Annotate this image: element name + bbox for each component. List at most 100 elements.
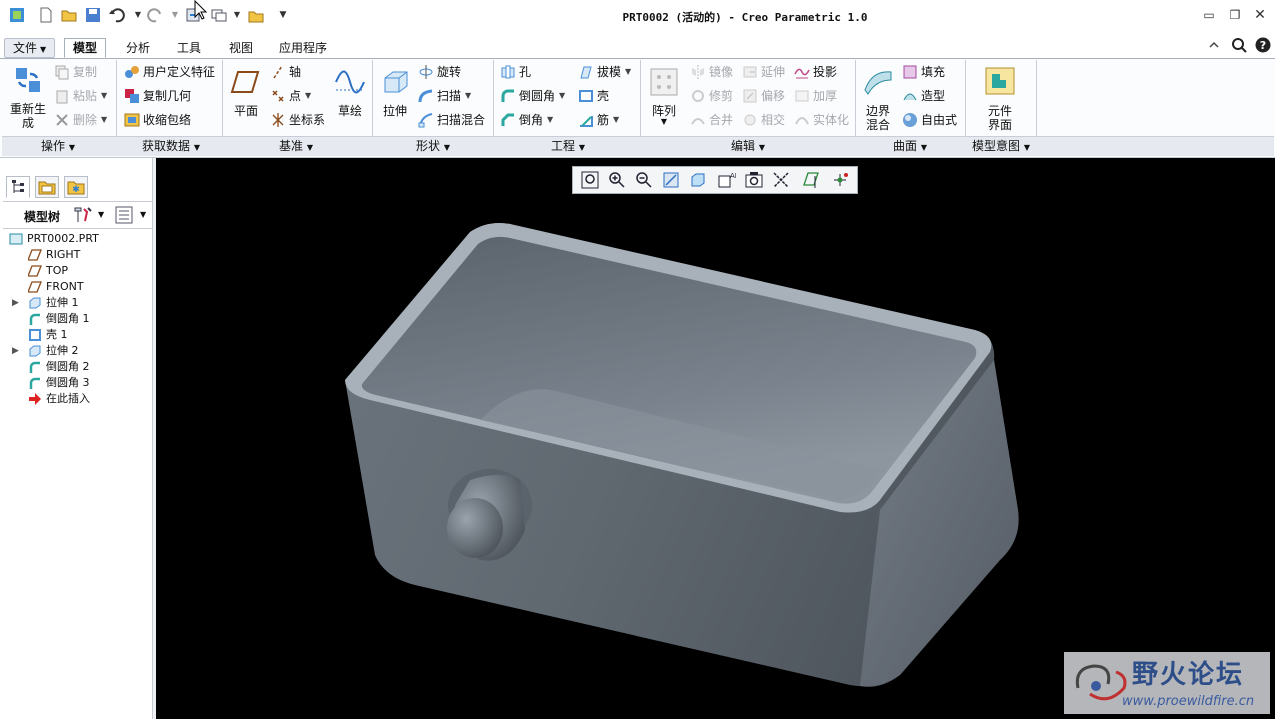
tree-node-part[interactable]: PRT0002.PRT <box>9 231 99 247</box>
spin-center-icon[interactable] <box>830 170 850 190</box>
graphics-viewport[interactable] <box>156 158 1275 719</box>
regenerate-button[interactable]: 重新生成 <box>6 64 50 130</box>
sweep-button[interactable]: 扫描 ▼ <box>418 86 471 106</box>
group-editing[interactable]: 编辑 ▼ <box>708 138 788 154</box>
saved-views-icon[interactable]: AB <box>716 170 736 190</box>
intersect-button[interactable]: 相交 <box>742 110 785 130</box>
display-style-icon[interactable] <box>688 170 708 190</box>
chevron-down-icon: ▼ <box>660 117 668 126</box>
settings-dropdown-icon[interactable]: ▼ <box>98 210 104 219</box>
solidify-button[interactable]: 实体化 <box>794 110 849 130</box>
swept-blend-button[interactable]: 扫描混合 <box>418 110 485 130</box>
pattern-button[interactable]: 阵列 ▼ <box>646 66 682 126</box>
tab-tools[interactable]: 工具 <box>168 38 210 58</box>
tree-node-shell-1[interactable]: 壳 1 <box>28 327 68 343</box>
group-shapes[interactable]: 形状 ▼ <box>394 138 472 154</box>
tab-file[interactable]: 文件 ▼ <box>4 38 56 58</box>
thicken-button[interactable]: 加厚 <box>794 86 837 106</box>
trim-button[interactable]: 修剪 <box>690 86 733 106</box>
draft-button[interactable]: 拔模 ▼ <box>578 62 631 82</box>
fill-button[interactable]: 填充 <box>902 62 945 82</box>
shell-button[interactable]: 壳 <box>578 86 609 106</box>
repaint-icon[interactable] <box>661 170 681 190</box>
group-surfaces[interactable]: 曲面 ▼ <box>870 138 950 154</box>
paste-button[interactable]: 粘贴 ▼ <box>54 86 107 106</box>
copy-geometry-button[interactable]: 复制几何 <box>124 86 191 106</box>
minimize-ribbon-icon[interactable] <box>1207 38 1221 52</box>
mirror-button[interactable]: 镜像 <box>690 62 733 82</box>
tab-model-tree[interactable] <box>6 176 30 198</box>
help-icon[interactable]: ? <box>1255 37 1271 53</box>
rib-button[interactable]: 筋 ▼ <box>578 110 619 130</box>
freestyle-button[interactable]: 自由式 <box>902 110 957 130</box>
tree-node-round-3[interactable]: 倒圆角 3 <box>28 375 90 391</box>
hole-button[interactable]: 孔 <box>500 62 531 82</box>
sketch-button[interactable]: 草绘 <box>333 66 367 118</box>
datum-display-icon[interactable] <box>803 170 823 190</box>
group-get-data[interactable]: 获取数据 ▼ <box>124 138 218 154</box>
group-operations[interactable]: 操作 ▼ <box>20 138 96 154</box>
copy-button[interactable]: 复制 <box>54 62 97 82</box>
group-model-intent[interactable]: 模型意图 ▼ <box>966 138 1036 154</box>
extrude-label: 拉伸 <box>382 104 407 118</box>
tab-model[interactable]: 模型 <box>64 38 107 58</box>
tree-node-top[interactable]: TOP <box>28 263 68 279</box>
tree-node-front[interactable]: FRONT <box>28 279 84 295</box>
show-dropdown-icon[interactable]: ▼ <box>140 210 146 219</box>
round-button[interactable]: 倒圆角 ▼ <box>500 86 565 106</box>
tree-node-round-2[interactable]: 倒圆角 2 <box>28 359 90 375</box>
show-options-icon[interactable] <box>115 206 133 224</box>
tree-icon <box>12 180 24 193</box>
style-button[interactable]: 造型 <box>902 86 945 106</box>
shrinkwrap-button[interactable]: 收缩包络 <box>124 110 191 130</box>
svg-text:✱: ✱ <box>72 185 80 195</box>
tab-view[interactable]: 视图 <box>220 38 262 58</box>
offset-button[interactable]: 偏移 <box>742 86 785 106</box>
chamfer-button[interactable]: 倒角 ▼ <box>500 110 553 130</box>
axis-button[interactable]: 轴 <box>270 62 301 82</box>
tree-node-round-1[interactable]: 倒圆角 1 <box>28 311 90 327</box>
extend-button[interactable]: 延伸 <box>742 62 785 82</box>
merge-button[interactable]: 合并 <box>690 110 733 130</box>
zoom-out-icon[interactable] <box>634 170 654 190</box>
close-icon[interactable]: ✕ <box>1253 8 1267 22</box>
tree-node-insert-here[interactable]: 在此插入 <box>28 391 90 407</box>
search-icon[interactable] <box>1231 37 1247 53</box>
boundary-blend-button[interactable]: 边界混合 <box>858 66 898 132</box>
project-button[interactable]: 投影 <box>794 62 837 82</box>
settings-tools-icon[interactable] <box>72 206 94 224</box>
tree-node-right[interactable]: RIGHT <box>28 247 80 263</box>
expand-arrow-icon[interactable]: ▶ <box>12 346 19 356</box>
tab-folder-browser[interactable] <box>35 176 59 198</box>
refit-icon[interactable] <box>580 170 600 190</box>
restore-icon[interactable]: ❐ <box>1228 8 1242 22</box>
delete-button[interactable]: 删除 ▼ <box>54 110 107 130</box>
udf-button[interactable]: 用户定义特征 <box>124 62 215 82</box>
perspective-icon[interactable] <box>771 170 791 190</box>
extrude-button[interactable]: 拉伸 <box>378 66 412 118</box>
tab-applications[interactable]: 应用程序 <box>270 38 336 58</box>
tree-node-extrude-2[interactable]: 拉伸 2 <box>28 343 79 359</box>
tab-analysis[interactable]: 分析 <box>117 38 159 58</box>
tree-node-extrude-1[interactable]: 拉伸 1 <box>28 295 79 311</box>
expand-arrow-icon[interactable]: ▶ <box>12 298 19 308</box>
revolve-button[interactable]: 旋转 <box>418 62 461 82</box>
tab-favorites[interactable]: ✱ <box>64 176 88 198</box>
tree-node-label: 在此插入 <box>46 392 90 405</box>
group-datum[interactable]: 基准 ▼ <box>256 138 336 154</box>
regenerate-label: 重新生成 <box>9 102 46 130</box>
zoom-in-icon[interactable] <box>607 170 627 190</box>
view-manager-icon[interactable] <box>744 170 764 190</box>
tree-node-label: 拉伸 1 <box>46 296 79 309</box>
axis-icon <box>273 65 283 79</box>
group-engineering[interactable]: 工程 ▼ <box>528 138 608 154</box>
round-label: 倒圆角 <box>519 89 556 103</box>
swept-blend-label: 扫描混合 <box>437 113 486 127</box>
csys-button[interactable]: 坐标系 <box>270 110 325 130</box>
shell-label: 壳 <box>597 89 610 103</box>
plane-button[interactable]: 平面 <box>228 66 264 118</box>
minimize-icon[interactable]: ▭ <box>1202 8 1216 22</box>
component-interface-button[interactable]: 元件界面 <box>978 66 1022 132</box>
mouse-pointer-icon <box>194 0 208 20</box>
point-button[interactable]: 点 ▼ <box>270 86 311 106</box>
